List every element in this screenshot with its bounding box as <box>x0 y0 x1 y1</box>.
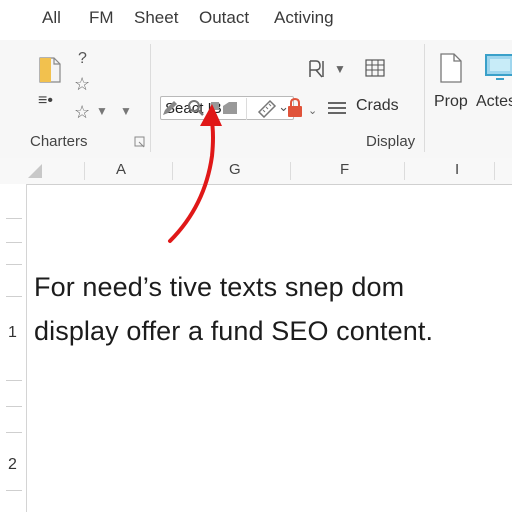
ruler-icon[interactable] <box>256 98 278 123</box>
tab-all[interactable]: All <box>42 8 61 28</box>
style-dropdown-icon[interactable]: ▼ <box>334 62 346 76</box>
group-label-display: Display <box>366 133 416 150</box>
style-icon[interactable] <box>306 58 332 85</box>
document-icon[interactable] <box>38 54 64 89</box>
lock-icon[interactable] <box>286 97 304 124</box>
column-i[interactable]: I <box>455 161 459 178</box>
column-f[interactable]: F <box>340 161 349 178</box>
lock-dropdown-icon[interactable]: ⌄ <box>308 104 317 117</box>
cell-text-line-1[interactable]: For need’s tive texts snep dom <box>34 272 404 303</box>
group-label-charters: Charters <box>30 133 88 150</box>
list-lines-icon[interactable] <box>326 98 348 123</box>
ribbon: ? ☆ ≡• ☆ ▼ ▼ Charters Seact IB ⌄ ▼ ⌄ Cra… <box>0 40 512 159</box>
tab-activing[interactable]: Activing <box>274 8 334 28</box>
column-a[interactable]: A <box>116 161 126 178</box>
question-icon[interactable]: ? <box>78 50 87 68</box>
prop-button[interactable]: Prop <box>434 93 468 111</box>
monitor-icon[interactable] <box>484 52 512 89</box>
annotation-arrow <box>168 104 222 243</box>
grid-icon[interactable] <box>364 58 386 83</box>
row-gutter: 1 2 <box>0 184 27 512</box>
star-outline-icon[interactable]: ☆ <box>74 102 90 123</box>
crads-button[interactable]: Crads <box>356 97 399 115</box>
tab-sheet[interactable]: Sheet <box>134 8 178 28</box>
star-icon[interactable]: ☆ <box>74 74 90 95</box>
row-number-1[interactable]: 1 <box>8 324 17 342</box>
select-all-corner[interactable] <box>28 164 42 178</box>
tab-fm[interactable]: FM <box>89 8 114 28</box>
row-number-2[interactable]: 2 <box>8 456 17 474</box>
page-icon[interactable] <box>438 52 464 89</box>
tab-outact[interactable]: Outact <box>199 8 249 28</box>
dialog-launcher-icon[interactable] <box>134 135 146 153</box>
column-header: A G F I <box>0 158 512 185</box>
dropdown-icon[interactable]: ▼ <box>120 104 132 118</box>
triangle-down-icon[interactable]: ▼ <box>96 104 108 118</box>
cell-text-line-2[interactable]: display offer a fund SEO content. <box>34 316 433 347</box>
actes-button[interactable]: Actes <box>476 93 512 111</box>
list-icon[interactable]: ≡• <box>38 92 53 110</box>
